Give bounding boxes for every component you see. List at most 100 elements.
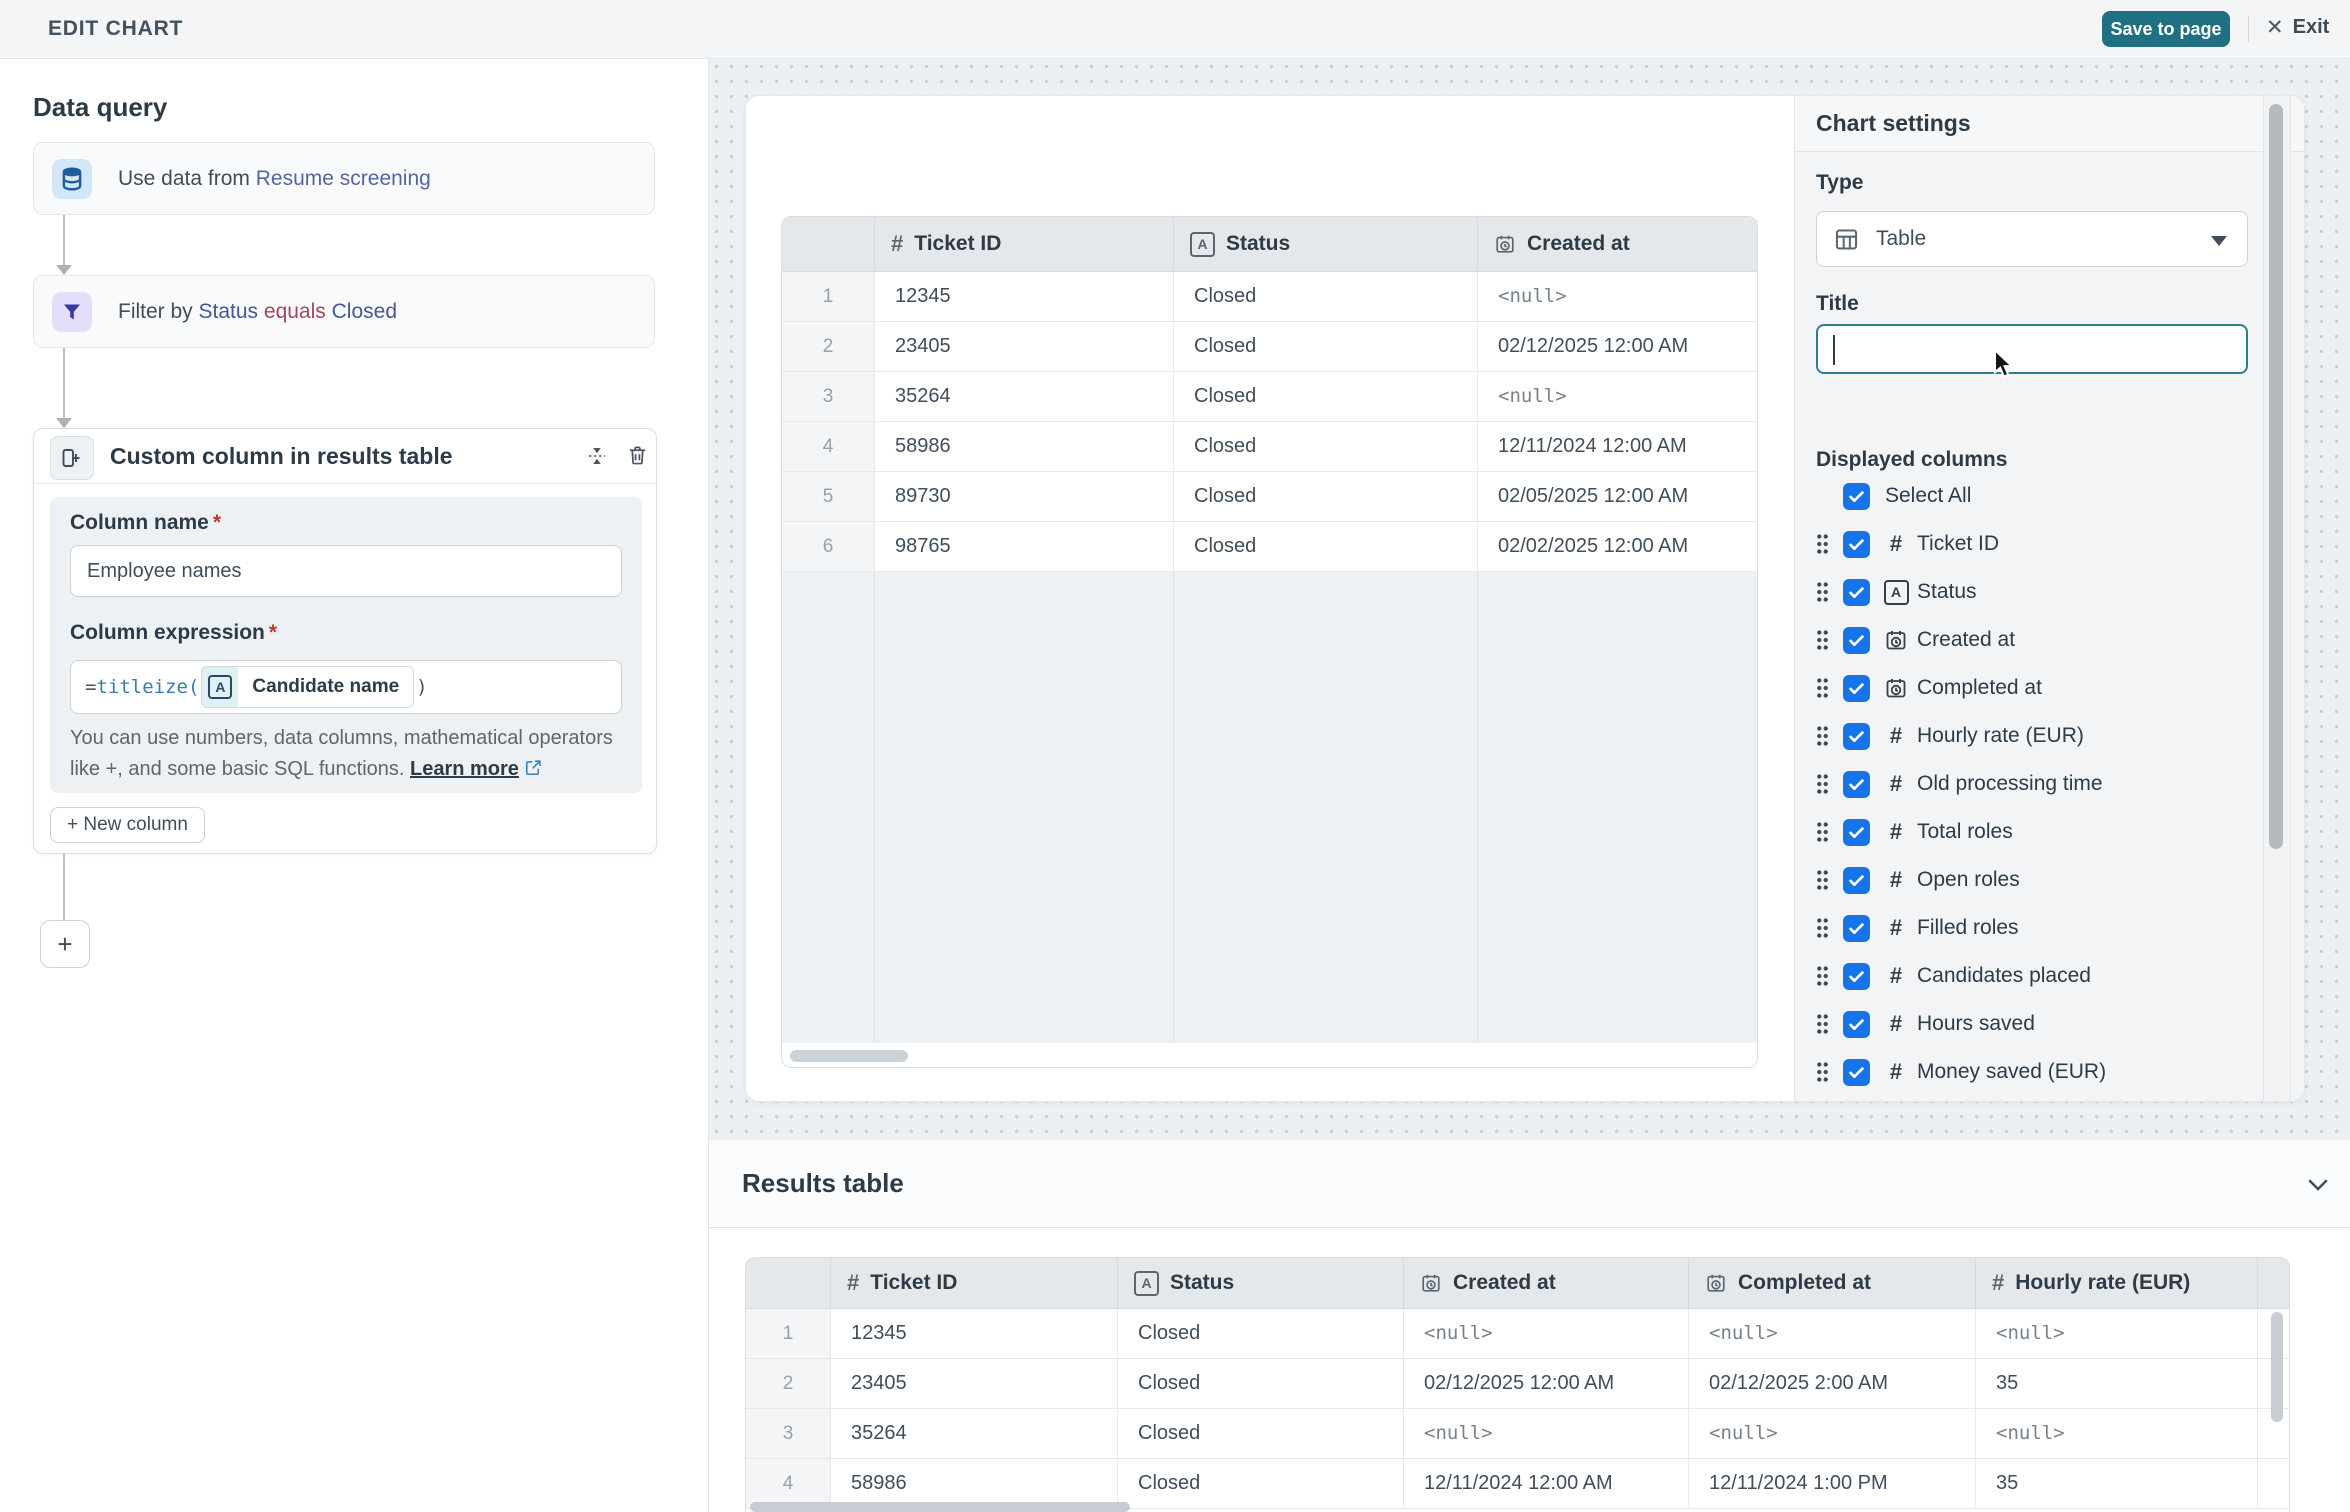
column-checkbox[interactable]: [1843, 579, 1870, 606]
column-header[interactable]: #Hourly rate (EUR): [1976, 1258, 2258, 1309]
column-label: Open roles: [1917, 868, 2020, 892]
results-hscrollbar-thumb[interactable]: [750, 1502, 1130, 1512]
data-table: #Ticket IDAStatusCreated atCompleted at#…: [746, 1258, 2290, 1509]
exit-button[interactable]: ✕ Exit: [2266, 15, 2329, 40]
drag-handle-icon[interactable]: [1815, 1060, 1831, 1084]
table-cell: <null>: [1404, 1409, 1689, 1459]
step-connector: [63, 854, 65, 920]
table-cell: 12/11/2024 12:00 AM: [1404, 1459, 1689, 1509]
column-header[interactable]: Created at: [1478, 217, 1758, 272]
column-checkbox[interactable]: [1843, 1011, 1870, 1038]
results-vscrollbar-thumb[interactable]: [2271, 1312, 2283, 1422]
collapse-icon[interactable]: [585, 444, 609, 468]
number-type-icon: #: [1890, 917, 1902, 939]
chevron-down-icon[interactable]: [2303, 1169, 2333, 1199]
source-step-card[interactable]: Use data from Resume screening: [33, 142, 655, 215]
column-checkbox[interactable]: [1843, 819, 1870, 846]
drag-handle-icon[interactable]: [1815, 580, 1831, 604]
row-number: 4: [782, 422, 875, 472]
new-column-button[interactable]: + New column: [50, 807, 205, 843]
drag-handle-icon[interactable]: [1815, 820, 1831, 844]
select-all-row: Select All: [1795, 472, 2304, 520]
table-cell: Closed: [1174, 422, 1478, 472]
table-cell: 02/12/2025 12:00 AM: [1478, 322, 1758, 372]
custom-column-icon: [50, 436, 94, 480]
drag-handle-icon[interactable]: [1815, 868, 1831, 892]
data-source-link[interactable]: Resume screening: [256, 167, 431, 190]
column-checkbox[interactable]: [1843, 867, 1870, 894]
select-all-checkbox[interactable]: [1843, 483, 1870, 510]
drag-handle-icon[interactable]: [1815, 964, 1831, 988]
preview-hscrollbar-thumb[interactable]: [790, 1050, 908, 1062]
table-cell: 02/05/2025 12:00 AM: [1478, 472, 1758, 522]
save-to-page-button[interactable]: Save to page: [2102, 11, 2230, 47]
column-checkbox[interactable]: [1843, 915, 1870, 942]
drag-handle-icon[interactable]: [1815, 1012, 1831, 1036]
table-cell: <null>: [1976, 1409, 2258, 1459]
settings-scrollbar: [2263, 96, 2291, 1101]
drag-handle-icon[interactable]: [1815, 532, 1831, 556]
drag-handle-icon[interactable]: [1815, 628, 1831, 652]
column-checkbox[interactable]: [1843, 675, 1870, 702]
settings-scrollbar-thumb[interactable]: [2269, 104, 2283, 849]
chart-settings-title: Chart settings: [1795, 96, 2304, 151]
chart-type-value: Table: [1876, 227, 1926, 251]
column-header[interactable]: Completed at: [1689, 1258, 1976, 1309]
chart-title-input[interactable]: [1816, 324, 2248, 374]
table-cell: 98765: [875, 522, 1174, 572]
edit-chart-screen: EDIT CHART Save to page ✕ Exit Data quer…: [0, 0, 2350, 1512]
number-type-icon: #: [1890, 869, 1902, 891]
column-header[interactable]: #Ticket ID: [875, 217, 1174, 272]
number-type-icon: #: [1890, 773, 1902, 795]
results-title: Results table: [742, 1168, 904, 1199]
chart-widget-panel: #Ticket IDAStatusCreated at112345Closed<…: [745, 95, 2305, 1102]
column-checkbox[interactable]: [1843, 963, 1870, 990]
drag-handle-icon[interactable]: [1815, 724, 1831, 748]
date-type-icon: [1494, 233, 1516, 255]
column-header-label: Status: [1170, 1271, 1234, 1295]
column-checkbox[interactable]: [1843, 531, 1870, 558]
text-type-icon: A: [1190, 232, 1215, 257]
drag-handle-icon[interactable]: [1815, 676, 1831, 700]
row-number: 3: [782, 372, 875, 422]
column-header[interactable]: AStatus: [1174, 217, 1478, 272]
delete-icon[interactable]: [626, 444, 650, 468]
column-header[interactable]: Created at: [1404, 1258, 1689, 1309]
learn-more-link[interactable]: Learn more: [410, 758, 519, 780]
column-checkbox[interactable]: [1843, 1059, 1870, 1086]
drag-handle-icon[interactable]: [1815, 772, 1831, 796]
column-label: Ticket ID: [1917, 532, 1999, 556]
column-label: Created at: [1917, 628, 2015, 652]
custom-column-card: Custom column in results table Column na…: [33, 428, 657, 854]
row-number: 5: [782, 472, 875, 522]
table-cell: 58986: [875, 422, 1174, 472]
connector-arrow-icon: [56, 418, 72, 428]
column-token-chip[interactable]: A Candidate name: [201, 666, 414, 708]
data-table: #Ticket IDAStatusCreated at112345Closed<…: [782, 217, 1758, 1043]
results-header[interactable]: Results table: [709, 1141, 2350, 1228]
column-label: Status: [1917, 580, 1977, 604]
displayed-column-row: # Old processing time: [1795, 760, 2304, 808]
table-cell: 12/11/2024 12:00 AM: [1478, 422, 1758, 472]
column-header[interactable]: AStatus: [1118, 1258, 1404, 1309]
select-all-label: Select All: [1885, 484, 1971, 508]
filter-step-card[interactable]: Filter by Status equals Closed: [33, 275, 655, 348]
column-header[interactable]: #Ticket ID: [831, 1258, 1118, 1309]
column-label: Old processing time: [1917, 772, 2103, 796]
table-cell: Closed: [1118, 1309, 1404, 1359]
expression-function: titleize(: [96, 676, 199, 698]
displayed-column-row: #Hourly rate (EUR): [1795, 712, 2304, 760]
type-label: Type: [1816, 171, 1863, 195]
chart-type-select[interactable]: Table: [1816, 211, 2248, 267]
displayed-column-row: # Open roles: [1795, 856, 2304, 904]
column-checkbox[interactable]: [1843, 723, 1870, 750]
required-asterisk: *: [269, 621, 277, 644]
column-name-input[interactable]: Employee names: [70, 545, 622, 597]
column-expression-input[interactable]: = titleize( A Candidate name ): [70, 660, 622, 714]
column-checkbox[interactable]: [1843, 627, 1870, 654]
date-type-icon: [1884, 628, 1908, 652]
drag-handle-icon[interactable]: [1815, 916, 1831, 940]
displayed-column-row: Completed at: [1795, 664, 2304, 712]
column-checkbox[interactable]: [1843, 771, 1870, 798]
add-step-button[interactable]: +: [40, 920, 90, 968]
